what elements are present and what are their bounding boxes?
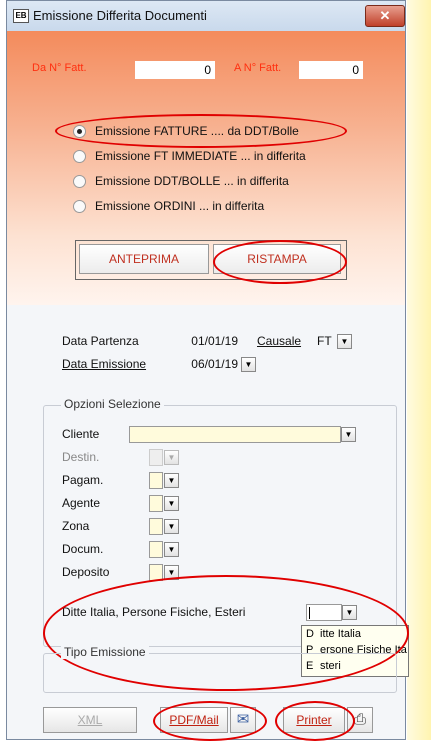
radio-ddt-bolle[interactable] [73,175,86,188]
departure-date-value[interactable]: 01/01/19 [182,334,238,348]
close-button[interactable]: ✕ [365,5,405,27]
document-combo[interactable] [149,541,163,558]
issue-date-value[interactable]: 06/01/19 [182,357,238,371]
payment-label: Pagam. [62,473,104,487]
issue-date-label[interactable]: Data Emissione [62,357,146,371]
destination-dropdown-icon: ▼ [164,450,179,465]
title-bar: EB Emissione Differita Documenti ✕ [7,1,405,32]
agent-label: Agente [62,496,101,510]
issue-type-group [43,653,397,693]
highlight-oval-reprint [213,240,347,284]
from-invoice-label: Da N° Fatt. [32,62,87,74]
to-invoice-label: A N° Fatt. [234,62,282,74]
option-ft-immediate-label: Emissione FT IMMEDIATE ... in differita [95,149,306,163]
causal-label[interactable]: Causale [257,334,301,348]
highlight-oval-printer [275,701,355,741]
payment-dropdown-icon[interactable]: ▼ [164,473,179,488]
causal-value[interactable]: FT [317,334,332,348]
zone-combo[interactable] [149,518,163,535]
window-title: Emissione Differita Documenti [33,8,207,23]
app-icon: EB [13,9,29,23]
option-ordini-label: Emissione ORDINI ... in differita [95,199,265,213]
causal-dropdown-icon[interactable]: ▼ [337,334,352,349]
background-page [407,0,431,740]
radio-ft-immediate[interactable] [73,150,86,163]
destination-combo [149,449,163,466]
destination-label: Destin. [62,450,100,464]
issue-date-dropdown-icon[interactable]: ▼ [241,357,256,372]
emission-panel: Da N° Fatt. 0 A N° Fatt. 0 Emissione FAT… [7,31,405,305]
to-invoice-input[interactable]: 0 [299,61,363,79]
highlight-oval-pdf-mail [153,701,267,741]
payment-combo[interactable] [149,472,163,489]
option-ft-immediate[interactable]: Emissione FT IMMEDIATE ... in differita [73,148,393,166]
from-invoice-input[interactable]: 0 [135,61,215,79]
highlight-oval-option [55,114,347,148]
option-ordini[interactable]: Emissione ORDINI ... in differita [73,198,393,216]
document-dropdown-icon[interactable]: ▼ [164,542,179,557]
selection-options-title: Opzioni Selezione [61,397,164,411]
dialog-window: EB Emissione Differita Documenti ✕ Da N°… [6,0,409,741]
preview-button[interactable]: ANTEPRIMA [79,244,209,274]
warehouse-label: Deposito [62,565,110,579]
xml-button[interactable]: XML [43,707,137,733]
customer-label: Cliente [62,427,100,441]
zone-label: Zona [62,519,90,533]
option-ddt-bolle-label: Emissione DDT/BOLLE ... in differita [95,174,289,188]
document-label: Docum. [62,542,104,556]
option-ddt-bolle[interactable]: Emissione DDT/BOLLE ... in differita [73,173,393,191]
customer-dropdown-icon[interactable]: ▼ [341,427,356,442]
zone-dropdown-icon[interactable]: ▼ [164,519,179,534]
issue-type-title: Tipo Emissione [61,645,149,659]
agent-dropdown-icon[interactable]: ▼ [164,496,179,511]
departure-date-label: Data Partenza [62,334,139,348]
radio-ordini[interactable] [73,200,86,213]
agent-combo[interactable] [149,495,163,512]
customer-combo[interactable] [129,426,341,443]
